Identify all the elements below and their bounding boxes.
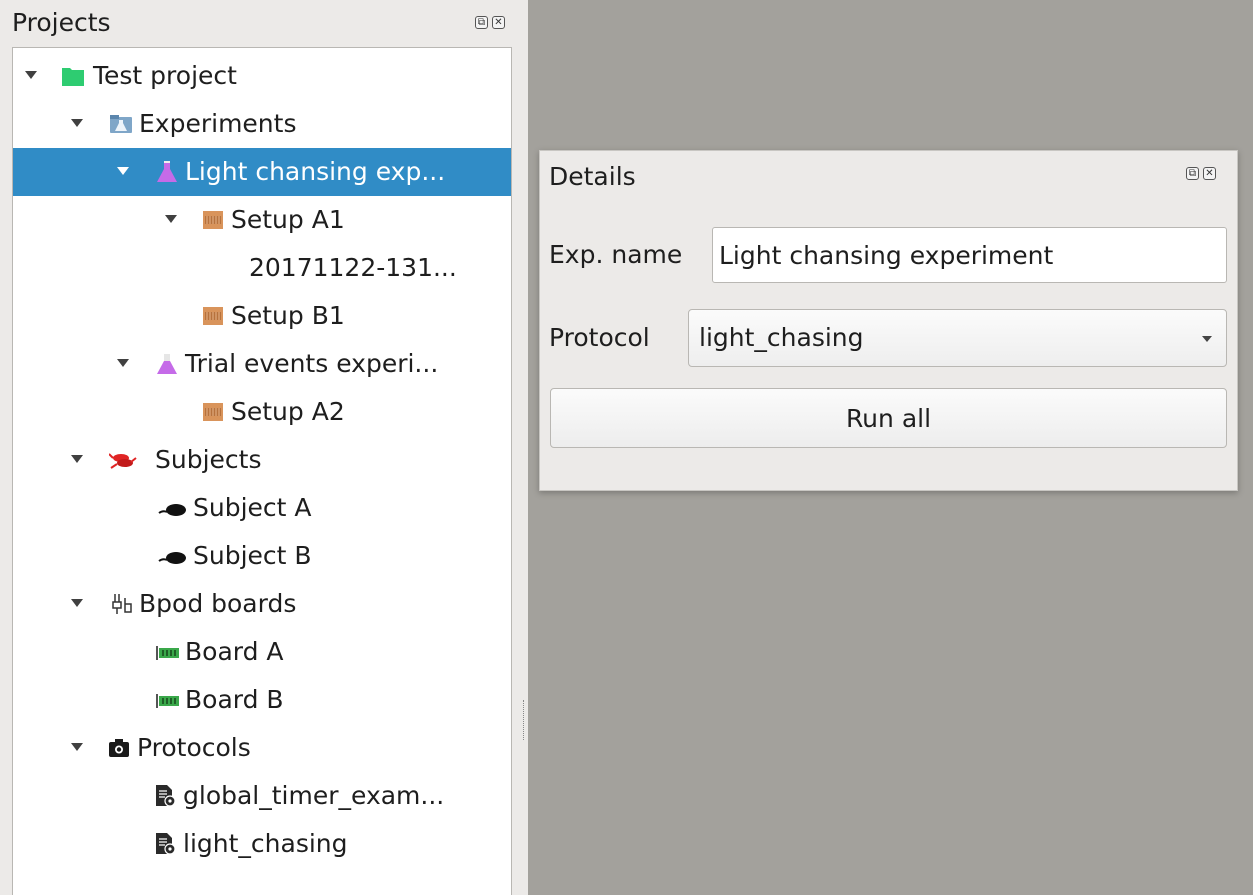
circuit-board-icon — [155, 640, 179, 664]
tree-item-subjects[interactable]: Subjects — [13, 436, 511, 484]
tree-item-experiments[interactable]: Experiments — [13, 100, 511, 148]
tree-item-bpod-boards[interactable]: Bpod boards — [13, 580, 511, 628]
project-folder-icon — [61, 64, 85, 88]
close-icon[interactable]: ✕ — [492, 16, 505, 29]
rats-icon — [108, 448, 137, 472]
float-icon[interactable]: ⧉ — [475, 16, 488, 29]
experiments-folder-icon — [109, 112, 133, 136]
chevron-down-icon — [1202, 336, 1212, 342]
tree-item-label: 20171122-131... — [249, 253, 457, 282]
tree-item-subject-b[interactable]: Subject B — [13, 532, 511, 580]
expand-arrow-icon[interactable] — [117, 359, 129, 367]
usb-plug-icon — [109, 592, 133, 616]
expand-arrow-icon[interactable] — [165, 215, 177, 223]
tree-item-light-experiment[interactable]: Light chansing exp... — [13, 148, 511, 196]
protocol-label: Protocol — [549, 323, 650, 352]
code-file-icon — [153, 832, 177, 856]
tree-item-label: Setup A2 — [231, 397, 345, 426]
tree-item-label: Subjects — [155, 445, 262, 474]
tree-item-label: light_chasing — [183, 829, 348, 858]
tree-item-board-b[interactable]: Board B — [13, 676, 511, 724]
code-file-icon — [153, 784, 177, 808]
float-icon[interactable]: ⧉ — [1186, 167, 1199, 180]
tree-item-protocol-global-timer[interactable]: global_timer_exam... — [13, 772, 511, 820]
tree-item-label: global_timer_exam... — [183, 781, 445, 810]
expand-arrow-icon[interactable] — [71, 455, 83, 463]
details-dock: Details ⧉ ✕ Exp. name Protocol light_cha… — [539, 150, 1238, 491]
expand-arrow-icon[interactable] — [117, 167, 129, 175]
flask-icon — [155, 160, 179, 184]
expand-arrow-icon[interactable] — [25, 71, 37, 79]
setup-box-icon — [201, 304, 225, 328]
expand-arrow-icon[interactable] — [71, 119, 83, 127]
tree-item-label: Board B — [185, 685, 284, 714]
tree-item-label: Light chansing exp... — [185, 157, 446, 186]
tree-item-label: Setup A1 — [231, 205, 345, 234]
tree-item-label: Test project — [93, 61, 237, 90]
flask-icon — [155, 352, 179, 376]
setup-box-icon — [201, 400, 225, 424]
details-title: Details — [549, 162, 636, 191]
tree-item-label: Trial events experi... — [185, 349, 439, 378]
circuit-board-icon — [155, 688, 179, 712]
tree-item-session[interactable]: 20171122-131... — [13, 244, 511, 292]
tree-item-subject-a[interactable]: Subject A — [13, 484, 511, 532]
camera-icon — [107, 736, 131, 760]
projects-header: Projects ⧉ ✕ — [0, 0, 519, 46]
tree-item-label: Board A — [185, 637, 284, 666]
close-icon[interactable]: ✕ — [1203, 167, 1216, 180]
setup-box-icon — [201, 208, 225, 232]
tree-item-label: Subject B — [193, 541, 312, 570]
run-all-button[interactable]: Run all — [550, 388, 1227, 448]
tree-item-protocols[interactable]: Protocols — [13, 724, 511, 772]
tree-item-setup-b1[interactable]: Setup B1 — [13, 292, 511, 340]
tree-item-setup-a2[interactable]: Setup A2 — [13, 388, 511, 436]
exp-name-input[interactable] — [712, 227, 1227, 283]
tree-item-label: Subject A — [193, 493, 312, 522]
tree-item-label: Protocols — [137, 733, 251, 762]
dock-splitter[interactable] — [519, 0, 528, 895]
expand-arrow-icon[interactable] — [71, 599, 83, 607]
projects-title: Projects — [12, 8, 111, 37]
tree-item-label: Setup B1 — [231, 301, 345, 330]
projects-dock: Projects ⧉ ✕ Test project Experiments Li… — [0, 0, 519, 895]
tree-item-label: Experiments — [139, 109, 297, 138]
tree-item-board-a[interactable]: Board A — [13, 628, 511, 676]
splitter-grip[interactable] — [523, 700, 525, 740]
project-tree[interactable]: Test project Experiments Light chansing … — [12, 47, 512, 895]
mouse-icon — [157, 544, 186, 568]
protocol-select[interactable]: light_chasing — [688, 309, 1227, 367]
expand-arrow-icon[interactable] — [71, 743, 83, 751]
tree-item-trial-experiment[interactable]: Trial events experi... — [13, 340, 511, 388]
tree-item-protocol-light-chasing[interactable]: light_chasing — [13, 820, 511, 868]
tree-item-setup-a1[interactable]: Setup A1 — [13, 196, 511, 244]
tree-item-test-project[interactable]: Test project — [13, 52, 511, 100]
protocol-selected-value: light_chasing — [699, 323, 864, 352]
mouse-icon — [157, 496, 186, 520]
tree-item-label: Bpod boards — [139, 589, 297, 618]
exp-name-label: Exp. name — [549, 240, 683, 269]
